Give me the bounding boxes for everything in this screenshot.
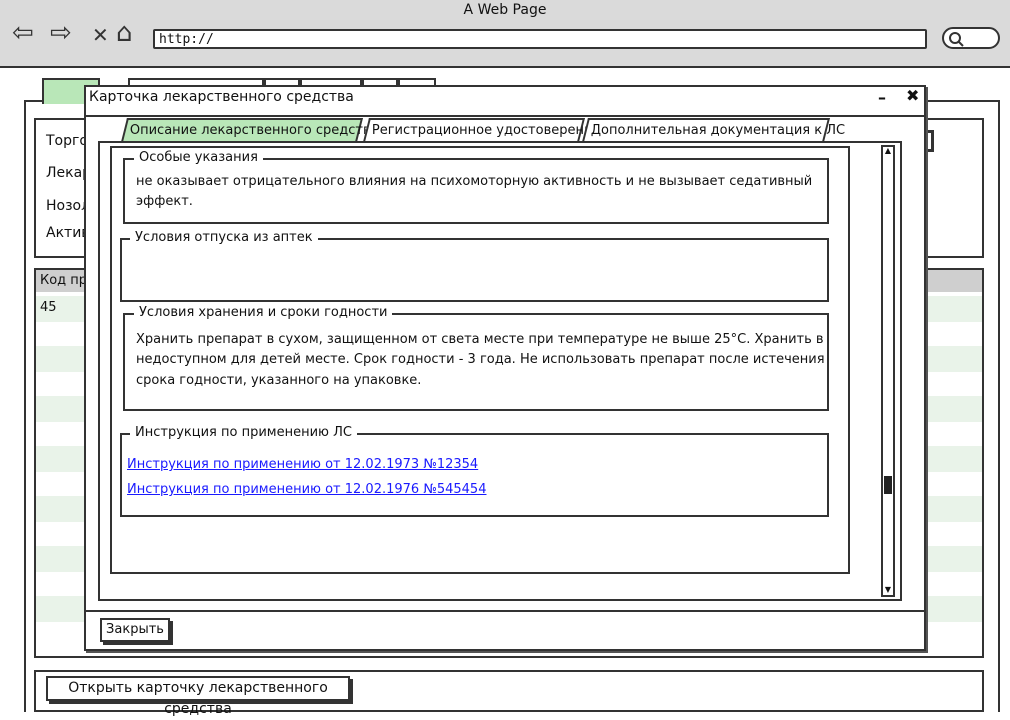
close-button[interactable]: Закрыть [100,618,170,642]
tab-description[interactable]: Описание лекарственного средства [121,118,379,142]
forward-arrow-icon[interactable]: ⇨ [50,20,72,46]
url-input[interactable]: http:// [153,29,927,49]
filter-label-active: Актив [46,225,90,241]
close-icon[interactable]: ✖ [906,86,919,105]
window-title: A Web Page [463,2,547,18]
search-icon [949,32,964,47]
tab-label: Дополнительная документация к ЛС [590,123,846,138]
vertical-scrollbar[interactable] [881,145,895,597]
instruction-link[interactable]: Инструкция по применению от 12.02.1973 №… [127,457,478,472]
special-notes-text: не оказывает отрицательного влияния на п… [136,174,813,189]
dispensing-group [120,238,829,302]
instructions-group [120,433,829,517]
back-arrow-icon[interactable]: ⇦ [12,20,34,46]
stop-icon[interactable]: ✕ [92,22,109,48]
minimize-icon[interactable]: – [878,88,886,107]
storage-text: срока годности, указанного на упаковке. [136,373,422,388]
browser-search-input[interactable] [942,27,1000,49]
storage-legend: Условия хранения и сроки годности [134,305,393,320]
scroll-up-icon[interactable]: ▲ [882,146,894,156]
tab-additional-docs[interactable]: Дополнительная документация к ЛС [582,118,845,142]
table-header-code: Код пр [40,273,88,288]
filter-label-trade-name: Торго [46,133,88,149]
scroll-down-icon[interactable]: ▼ [882,585,894,595]
special-notes-legend: Особые указания [134,150,263,165]
table-cell-code: 45 [40,300,57,315]
tab-label: Описание лекарственного средства [129,123,379,138]
scroll-thumb[interactable] [884,476,892,494]
home-icon[interactable]: ⌂ [116,20,133,46]
special-notes-text: эффект. [136,194,193,209]
storage-text: недоступном для детей месте. Срок годнос… [136,352,825,367]
footer-divider [86,610,924,612]
storage-text: Хранить препарат в сухом, защищенном от … [136,332,824,347]
tab-label: Регистрационное удостоверение [371,123,601,138]
title-divider [86,115,924,117]
tab-registration[interactable]: Регистрационное удостоверение [363,118,600,142]
open-card-button[interactable]: Открыть карточку лекарственного средства [46,676,350,717]
dispensing-legend: Условия отпуска из аптек [130,230,318,245]
instruction-link[interactable]: Инструкция по применению от 12.02.1976 №… [127,482,486,497]
instructions-legend: Инструкция по применению ЛС [130,425,357,440]
dialog-title: Карточка лекарственного средства [89,89,354,105]
